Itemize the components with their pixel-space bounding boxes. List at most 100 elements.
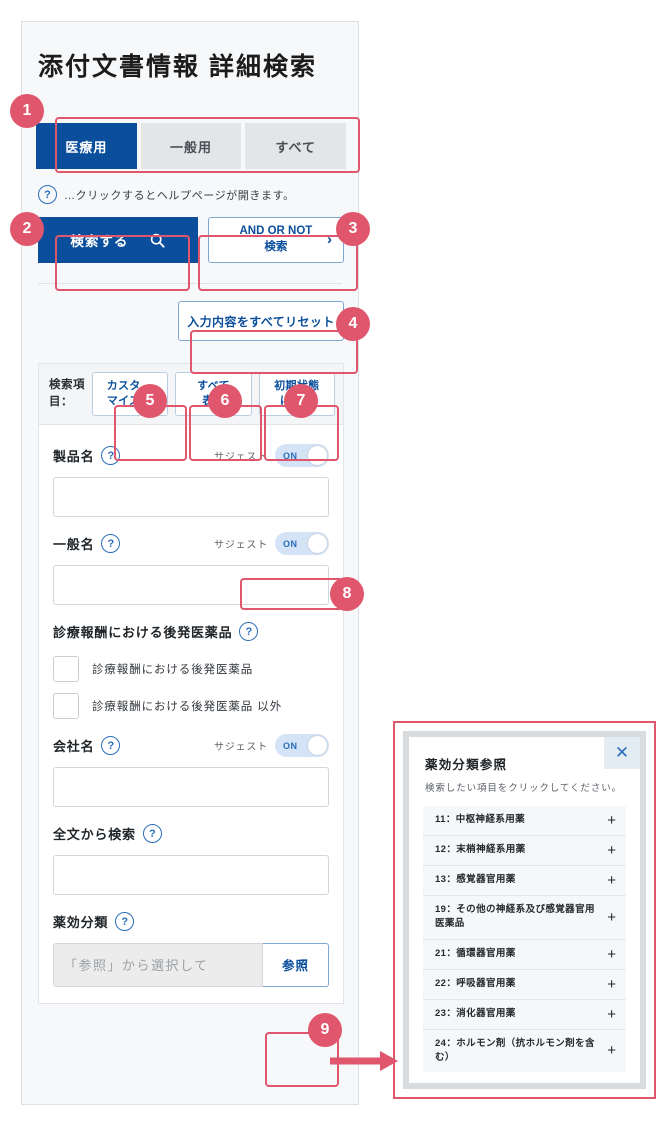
detail-search-panel: 添付文書情報 詳細検索 医療用 一般用 すべて ? …クリックするとヘルプページ… [21,21,359,1105]
list-item[interactable]: 19：その他の神経系及び感覚器官用医薬品 + [423,896,626,940]
checkbox-row-non-generic: 診療報酬における後発医薬品 以外 [53,692,329,719]
question-icon[interactable]: ? [101,534,121,554]
list-item-label: 12：末梢神経系用薬 [435,844,526,856]
product-name-suggest: サジェスト ON [214,444,329,468]
plus-icon[interactable]: + [607,1007,616,1022]
question-icon[interactable]: ? [101,446,121,466]
company-name-input[interactable] [53,766,329,807]
plus-icon[interactable]: + [607,910,616,925]
field-generic-drug: 診療報酬における後発医薬品 ? 診療報酬における後発医薬品 診療報酬における後発… [53,619,329,719]
list-item-label: 19：その他の神経系及び感覚器官用医薬品 [435,904,595,930]
question-icon[interactable]: ? [115,912,135,932]
suggest-label: サジェスト [214,742,268,754]
search-button[interactable]: 検索する [38,217,198,263]
list-item-label: 21：循環器官用薬 [435,947,516,959]
pointer-arrow [330,1051,398,1071]
field-full-text-label: 全文から検索 [53,827,136,843]
drug-class-input[interactable]: 「参照」から選択して [53,942,263,987]
list-item[interactable]: 21：循環器官用薬 + [423,940,626,970]
field-generic-name: 一般名 ? サジェスト ON [53,531,329,605]
plus-icon[interactable]: + [607,977,616,992]
close-icon[interactable]: ✕ [604,737,640,769]
help-hint-text: …クリックするとヘルプページが開きます。 [64,189,295,202]
question-icon[interactable]: ? [142,824,162,844]
plus-icon[interactable]: + [607,947,616,962]
and-or-not-search-button[interactable]: AND OR NOT 検索 › [207,217,344,263]
help-hint-row: ? …クリックするとヘルプページが開きます。 [38,185,358,204]
tab-otc[interactable]: 一般用 [140,123,242,169]
list-item[interactable]: 11：中枢神経系用薬 + [423,806,626,836]
and-or-not-label: AND OR NOT 検索 [239,224,312,255]
tab-medical[interactable]: 医療用 [36,123,137,169]
toggle-knob [308,736,327,756]
checkbox-generic-drug[interactable] [53,655,79,682]
field-company-name-label: 会社名 [53,739,95,755]
suggest-label: サジェスト [214,452,268,464]
badge-1: 1 [10,94,44,128]
plus-icon[interactable]: + [607,843,616,858]
reset-row: 入力内容をすべてリセット [22,301,344,341]
toggle-knob [308,446,327,466]
toggle-state-text: ON [283,450,298,461]
list-item-label: 24：ホルモン剤（抗ホルモン剤を含む） [435,1037,595,1063]
reset-all-button[interactable]: 入力内容をすべてリセット [178,301,344,341]
product-name-suggest-toggle[interactable]: ON [275,444,329,468]
field-generic-name-label: 一般名 [53,537,95,553]
company-name-suggest: サジェスト ON [214,734,329,758]
chevron-right-icon: › [327,230,332,248]
list-item[interactable]: 13：感覚器官用薬 + [423,866,626,896]
field-product-name-label: 製品名 [53,449,95,465]
field-generic-drug-header: 診療報酬における後発医薬品 ? [53,619,329,645]
list-item-label: 13：感覚器官用薬 [435,874,516,886]
search-items-label: 検索項 目： [49,379,85,408]
list-item[interactable]: 22：呼吸器官用薬 + [423,970,626,1000]
tab-all[interactable]: すべて [245,123,347,169]
product-name-input[interactable] [53,476,329,517]
field-full-text-header: 全文から検索 ? [53,821,329,847]
drug-class-reference-button[interactable]: 参照 [263,942,329,987]
drug-class-modal: ✕ 薬効分類参照 検索したい項目をクリックしてください。 11：中枢神経系用薬 … [409,737,640,1083]
search-fields: 製品名 ? サジェスト ON 一般名 ? サジェスト ON 診療報酬における後発… [39,425,343,1003]
list-item[interactable]: 12：末梢神経系用薬 + [423,836,626,866]
question-icon[interactable]: ? [101,736,121,756]
search-action-row: 検索する AND OR NOT 検索 › [38,217,344,263]
plus-icon[interactable]: + [607,873,616,888]
toggle-state-text: ON [283,538,298,549]
toggle-knob [308,534,327,554]
checkbox-row-generic: 診療報酬における後発医薬品 [53,655,329,682]
list-item[interactable]: 23：消化器官用薬 + [423,1000,626,1030]
question-icon[interactable]: ? [38,185,57,204]
badge-5: 5 [133,384,167,418]
list-item[interactable]: 24：ホルモン剤（抗ホルモン剤を含む） + [423,1030,626,1073]
search-items-card: 検索項 目： カスタ マイズ すべて 表示 初期状態 に戻す 製品名 ? [38,363,344,1004]
list-item-label: 22：呼吸器官用薬 [435,977,516,989]
field-company-name-header: 会社名 ? サジェスト ON [53,733,329,759]
question-icon[interactable]: ? [239,622,259,642]
and-or-not-line1: AND OR NOT [239,225,313,238]
generic-name-suggest: サジェスト ON [214,532,329,556]
list-item-label: 11：中枢神経系用薬 [435,814,526,826]
company-name-suggest-toggle[interactable]: ON [275,734,329,758]
drug-class-modal-frame: ✕ 薬効分類参照 検索したい項目をクリックしてください。 11：中枢神経系用薬 … [403,731,646,1089]
plus-icon[interactable]: + [607,813,616,828]
badge-4: 4 [336,307,370,341]
generic-name-suggest-toggle[interactable]: ON [275,532,329,556]
badge-7: 7 [284,384,318,418]
search-button-label: 検索する [70,234,129,249]
plus-icon[interactable]: + [607,1043,616,1058]
generic-name-input[interactable] [53,564,329,605]
badge-2: 2 [10,212,44,246]
checkbox-non-generic-drug[interactable] [53,692,79,719]
field-drug-class: 薬効分類 ? 「参照」から選択して 参照 [53,909,329,987]
drug-class-row: 「参照」から選択して 参照 [53,942,329,987]
badge-8: 8 [330,577,364,611]
toggle-state-text: ON [283,740,298,751]
field-generic-drug-label: 診療報酬における後発医薬品 [53,625,233,641]
and-or-not-line2: 検索 [264,241,288,253]
page-title: 添付文書情報 詳細検索 [38,53,317,81]
suggest-label: サジェスト [214,540,268,552]
field-product-name: 製品名 ? サジェスト ON [53,443,329,517]
full-text-input[interactable] [53,854,329,895]
field-company-name: 会社名 ? サジェスト ON [53,733,329,807]
category-tab-group: 医療用 一般用 すべて [36,123,347,169]
